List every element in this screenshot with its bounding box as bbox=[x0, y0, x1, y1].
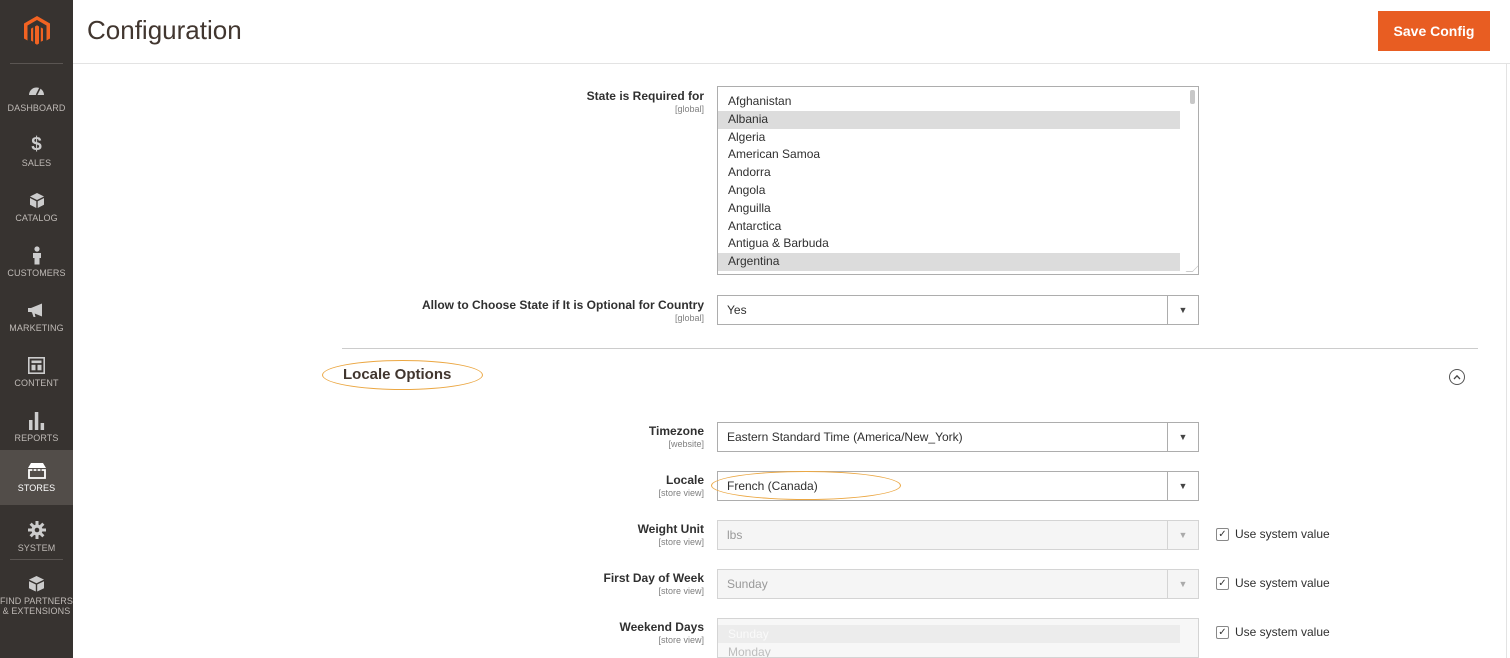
allow-optional-state-select[interactable]: Yes ▼ bbox=[717, 295, 1199, 325]
sidebar-item-customers[interactable]: CUSTOMERS bbox=[0, 235, 73, 290]
megaphone-icon bbox=[27, 299, 46, 321]
weight-unit-label: Weight Unit [store view] bbox=[637, 522, 704, 547]
scrollbar[interactable] bbox=[1190, 90, 1195, 104]
country-option[interactable]: Algeria bbox=[718, 129, 1180, 147]
timezone-select[interactable]: Eastern Standard Time (America/New_York)… bbox=[717, 422, 1199, 452]
sidebar-item-reports[interactable]: REPORTS bbox=[0, 400, 73, 455]
checkbox-label: Use system value bbox=[1235, 625, 1330, 639]
section-divider bbox=[342, 348, 1478, 349]
storefront-icon bbox=[27, 459, 47, 481]
dropdown-arrow-icon: ▼ bbox=[1167, 472, 1198, 500]
select-value: Eastern Standard Time (America/New_York) bbox=[727, 430, 963, 444]
country-option[interactable]: Afghanistan bbox=[718, 93, 1180, 111]
timezone-label: Timezone [website] bbox=[648, 424, 704, 449]
weekend-days-label: Weekend Days [store view] bbox=[619, 620, 705, 645]
sidebar-item-sales[interactable]: $ SALES bbox=[0, 125, 73, 180]
sidebar-item-label: STORES bbox=[17, 483, 56, 493]
dollar-icon: $ bbox=[31, 134, 42, 155]
content-border bbox=[1506, 64, 1507, 658]
magento-logo-icon bbox=[23, 16, 50, 45]
weight-unit-use-system-checkbox[interactable]: ✓ Use system value bbox=[1216, 527, 1330, 541]
layout-icon bbox=[28, 354, 45, 376]
save-config-button[interactable]: Save Config bbox=[1378, 11, 1490, 51]
sidebar-item-label: SYSTEM bbox=[17, 543, 56, 553]
sidebar-item-dashboard[interactable]: DASHBOARD bbox=[0, 70, 73, 125]
page-title: Configuration bbox=[87, 15, 242, 45]
checkmark-icon[interactable]: ✓ bbox=[1216, 625, 1229, 639]
locale-label: Locale [store view] bbox=[658, 473, 704, 498]
sidebar-item-label: CONTENT bbox=[14, 378, 59, 388]
country-option[interactable]: Angola bbox=[718, 182, 1180, 200]
dropdown-arrow-icon: ▼ bbox=[1167, 423, 1198, 451]
first-day-of-week-select: Sunday ▼ bbox=[717, 569, 1199, 599]
checkmark-icon[interactable]: ✓ bbox=[1216, 576, 1229, 590]
state-required-label: State is Required for [global] bbox=[586, 89, 704, 114]
country-option[interactable]: Andorra bbox=[718, 164, 1180, 182]
weekend-days-use-system-checkbox[interactable]: ✓ Use system value bbox=[1216, 625, 1330, 639]
sidebar-item-catalog[interactable]: CATALOG bbox=[0, 180, 73, 235]
sidebar-item-system[interactable]: SYSTEM bbox=[0, 510, 73, 565]
dashboard-gauge-icon bbox=[28, 79, 45, 101]
country-option[interactable]: Argentina bbox=[718, 253, 1180, 271]
weekend-day-option: Monday bbox=[728, 645, 771, 658]
country-option[interactable]: American Samoa bbox=[718, 146, 1180, 164]
select-value: lbs bbox=[727, 528, 743, 542]
admin-sidebar: DASHBOARD $ SALES CATALOG CUSTOMERS MARK… bbox=[0, 0, 73, 658]
country-option[interactable]: Albania bbox=[718, 110, 1180, 129]
person-icon bbox=[31, 244, 43, 266]
sidebar-divider bbox=[10, 559, 63, 560]
first-day-of-week-label: First Day of Week [store view] bbox=[603, 571, 704, 596]
sidebar-item-find-partners[interactable]: FIND PARTNERS & EXTENSIONS bbox=[0, 563, 73, 618]
sidebar-item-label: MARKETING bbox=[9, 323, 64, 333]
sidebar-item-label: REPORTS bbox=[14, 433, 59, 443]
dropdown-arrow-icon: ▼ bbox=[1167, 521, 1198, 549]
sidebar-item-stores[interactable]: STORES bbox=[0, 450, 73, 505]
sidebar-item-label: DASHBOARD bbox=[7, 103, 66, 113]
allow-optional-state-label: Allow to Choose State if It is Optional … bbox=[422, 298, 704, 323]
bar-chart-icon bbox=[28, 409, 45, 431]
checkbox-label: Use system value bbox=[1235, 527, 1330, 541]
weekend-day-option: Sunday bbox=[718, 625, 1180, 643]
sidebar-item-label: CATALOG bbox=[15, 213, 58, 223]
sidebar-item-label: FIND PARTNERS & EXTENSIONS bbox=[0, 596, 73, 616]
dropdown-arrow-icon: ▼ bbox=[1167, 570, 1198, 598]
sidebar-item-label: SALES bbox=[21, 158, 52, 168]
first-day-use-system-checkbox[interactable]: ✓ Use system value bbox=[1216, 576, 1330, 590]
select-value: French (Canada) bbox=[727, 479, 818, 493]
sidebar-item-label: CUSTOMERS bbox=[7, 268, 66, 278]
magento-logo[interactable] bbox=[0, 0, 73, 62]
locale-options-section-title[interactable]: Locale Options bbox=[343, 366, 451, 383]
select-value: Sunday bbox=[727, 577, 768, 591]
page-header: Configuration Save Config bbox=[73, 0, 1510, 64]
collapse-chevron-up-icon[interactable] bbox=[1449, 369, 1465, 385]
country-option[interactable]: Anguilla bbox=[718, 200, 1180, 218]
resize-handle[interactable] bbox=[1185, 265, 1198, 272]
country-option[interactable]: Antarctica bbox=[718, 218, 1180, 236]
sidebar-item-marketing[interactable]: MARKETING bbox=[0, 290, 73, 345]
checkmark-icon[interactable]: ✓ bbox=[1216, 527, 1229, 541]
gear-icon bbox=[27, 519, 46, 541]
partners-box-icon bbox=[28, 572, 45, 594]
checkbox-label: Use system value bbox=[1235, 576, 1330, 590]
state-required-multiselect[interactable]: Afghanistan Albania Algeria American Samoa A… bbox=[717, 86, 1199, 275]
select-value: Yes bbox=[727, 303, 747, 317]
weekend-days-multiselect: Sunday Monday bbox=[717, 618, 1199, 658]
locale-select[interactable]: French (Canada) ▼ bbox=[717, 471, 1199, 501]
weight-unit-select: lbs ▼ bbox=[717, 520, 1199, 550]
dropdown-arrow-icon: ▼ bbox=[1167, 296, 1198, 324]
sidebar-divider bbox=[10, 63, 63, 64]
box-icon bbox=[29, 189, 45, 211]
country-option[interactable]: Antigua & Barbuda bbox=[718, 235, 1180, 253]
sidebar-item-content[interactable]: CONTENT bbox=[0, 345, 73, 400]
